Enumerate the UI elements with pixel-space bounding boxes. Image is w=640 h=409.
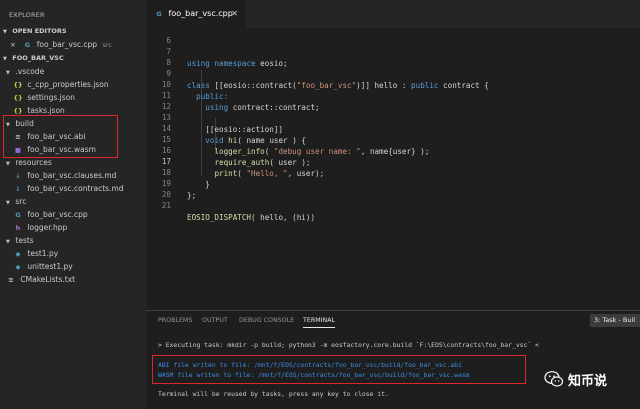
project-header[interactable]: ▼ FOO_BAR_VSC — [0, 52, 146, 65]
open-editor-name: foo_bar_vsc.cpp — [36, 40, 98, 49]
code-text: }; — [187, 191, 197, 200]
tab-terminal[interactable]: TERMINAL — [303, 317, 336, 328]
tree-item-contracts[interactable]: ↓ foo_bar_vsc.contracts.md — [13, 182, 124, 195]
close-icon[interactable]: ✕ — [231, 0, 238, 28]
code-text: using contract::contract; — [205, 103, 320, 112]
tab-debug-console[interactable]: DEBUG CONSOLE — [239, 317, 294, 324]
tree-folder-src[interactable]: ▼ src — [6, 195, 26, 208]
open-editors-label: OPEN EDITORS — [12, 27, 67, 35]
tree-item-tasks[interactable]: {} tasks.json — [13, 104, 65, 117]
watermark: 知币说 — [544, 367, 607, 391]
chevron-down-icon: ▼ — [6, 122, 10, 128]
tree-item-label: .vscode — [15, 67, 45, 76]
code-text: class [[eosio::contract("foo_bar_vsc")]]… — [187, 81, 489, 90]
code-text: EOSIO_DISPATCH( hello, (hi)) — [187, 213, 316, 222]
tree-item-wasm[interactable]: ■ foo_bar_vsc.wasm — [13, 143, 96, 156]
terminal-wasm-line: WASM file writen to file: /mnt/f/EOS/con… — [158, 371, 470, 379]
tab-problems[interactable]: PROBLEMS — [158, 317, 192, 324]
code-line: 21 EOSIO_DISPATCH( hello, (hi)) — [146, 188, 315, 222]
code-editor[interactable]: 6 7 using namespace eosio; 8 9 class [[e… — [146, 28, 640, 310]
chevron-down-icon: ▼ — [6, 161, 10, 167]
tree-item-label: foo_bar_vsc.wasm — [27, 145, 96, 154]
tree-item-label: logger.hpp — [27, 223, 68, 232]
tab-output[interactable]: OUTPUT — [202, 317, 228, 324]
chevron-down-icon: ▼ — [6, 70, 10, 76]
chevron-down-icon: ▼ — [6, 200, 10, 206]
tree-item-label: settings.json — [27, 93, 76, 102]
tree-item-label: tests — [15, 236, 34, 245]
tree-item-clauses[interactable]: ↓ foo_bar_vsc.clauses.md — [13, 169, 116, 182]
terminal-command-line: > Executing task: mkdir -p build; python… — [158, 341, 539, 349]
editor-tab-bar: G foo_bar_vsc.cpp ✕ — [146, 0, 640, 28]
tree-item-c-cpp-properties[interactable]: {} c_cpp_properties.json — [13, 78, 109, 91]
tree-item-label: src — [15, 197, 27, 206]
explorer-title: EXPLORER — [9, 11, 45, 19]
tree-item-settings[interactable]: {} settings.json — [13, 91, 75, 104]
open-editor-item[interactable]: ✕ G foo_bar_vsc.cpp src — [8, 38, 112, 51]
tree-folder-resources[interactable]: ▼ resources — [6, 156, 52, 169]
open-editors-header[interactable]: ▼ OPEN EDITORS — [0, 25, 146, 38]
tree-item-label: resources — [15, 158, 52, 167]
tree-item-logger[interactable]: h logger.hpp — [13, 221, 68, 234]
wechat-icon — [544, 371, 564, 387]
terminal-reuse-line: Terminal will be reused by tasks, press … — [158, 390, 389, 398]
tree-item-abi[interactable]: ≡ foo_bar_vsc.abi — [13, 130, 85, 143]
close-icon[interactable]: ✕ — [8, 39, 18, 52]
tree-item-cpp[interactable]: G foo_bar_vsc.cpp — [13, 208, 88, 221]
terminal-task-select[interactable]: 3: Task - Buil — [590, 314, 640, 327]
bottom-panel: PROBLEMS OUTPUT DEBUG CONSOLE TERMINAL 3… — [146, 310, 640, 409]
project-label: FOO_BAR_VSC — [12, 54, 64, 62]
open-editor-folder: src — [102, 41, 112, 49]
tree-item-test1[interactable]: ◆ test1.py — [13, 247, 59, 260]
tree-item-label: unittest1.py — [27, 262, 73, 271]
tree-item-label: test1.py — [27, 249, 59, 258]
tree-item-label: CMakeLists.txt — [20, 275, 76, 284]
text-file-icon: ≡ — [8, 276, 14, 284]
tab-label: foo_bar_vsc.cpp — [168, 9, 233, 18]
tree-folder-build[interactable]: ▼ build — [6, 117, 34, 130]
tree-item-cmakelists[interactable]: ≡ CMakeLists.txt — [6, 273, 75, 286]
tree-item-label: foo_bar_vsc.abi — [27, 132, 86, 141]
explorer-sidebar: EXPLORER ▼ OPEN EDITORS ✕ G foo_bar_vsc.… — [0, 0, 146, 409]
tree-item-label: foo_bar_vsc.contracts.md — [27, 184, 124, 193]
tree-folder-vscode[interactable]: ▼ .vscode — [6, 65, 44, 78]
cpp-file-icon: G — [24, 41, 31, 49]
terminal-abi-line: ABI file writen to file: /mnt/f/EOS/cont… — [158, 361, 462, 369]
tree-item-label: tasks.json — [27, 106, 65, 115]
tree-folder-tests[interactable]: ▼ tests — [6, 234, 34, 247]
code-text: using namespace eosio; — [187, 59, 288, 68]
watermark-text: 知币说 — [568, 373, 608, 389]
tree-item-label: foo_bar_vsc.cpp — [27, 210, 88, 219]
tree-item-label: build — [15, 119, 34, 128]
tree-item-unittest1[interactable]: ◆ unittest1.py — [13, 260, 73, 273]
chevron-down-icon: ▼ — [6, 239, 10, 245]
line-number: 21 — [161, 201, 171, 210]
tree-item-label: c_cpp_properties.json — [27, 80, 109, 89]
tree-item-label: foo_bar_vsc.clauses.md — [27, 171, 117, 180]
